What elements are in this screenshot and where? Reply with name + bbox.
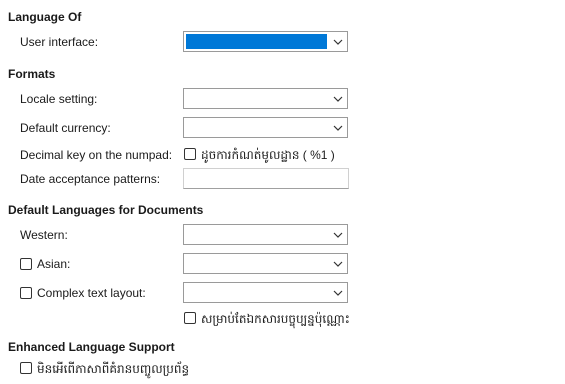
chevron-down-icon[interactable] (329, 254, 347, 273)
current-document-label: សម្រាប់តែឯកសារបច្ចុប្បន្នប៉ុណ្ណោះ (201, 312, 350, 326)
chevron-down-icon[interactable] (329, 89, 347, 108)
section-title-formats: Formats (8, 67, 56, 81)
locale-setting-dropdown[interactable] (183, 88, 348, 109)
default-currency-value (186, 120, 327, 135)
decimal-key-checkbox[interactable] (184, 148, 196, 160)
default-currency-label: Default currency: (20, 121, 111, 135)
chevron-down-icon[interactable] (329, 118, 347, 137)
asian-label: Asian: (37, 257, 71, 271)
decimal-key-label: Decimal key on the numpad: (20, 148, 173, 162)
asian-dropdown[interactable] (183, 253, 348, 274)
section-title-default-languages: Default Languages for Documents (8, 203, 204, 217)
section-title-language-of: Language Of (8, 10, 82, 24)
asian-value (186, 256, 327, 271)
ctl-checkbox[interactable] (20, 287, 32, 299)
chevron-down-icon[interactable] (329, 225, 347, 244)
ctl-label: Complex text layout: (37, 286, 146, 300)
current-document-checkbox[interactable] (184, 312, 196, 324)
date-patterns-input[interactable] (183, 168, 349, 189)
locale-setting-value (186, 91, 327, 106)
western-dropdown[interactable] (183, 224, 348, 245)
locale-setting-label: Locale setting: (20, 92, 98, 106)
ctl-dropdown[interactable] (183, 282, 348, 303)
ignore-system-input-checkbox[interactable] (20, 362, 32, 374)
user-interface-dropdown[interactable] (183, 31, 348, 52)
ignore-system-input-label: មិនអើពើភាសាពីគំរានបញ្ចូលប្រព័ន្ធ (37, 362, 190, 376)
default-currency-dropdown[interactable] (183, 117, 348, 138)
western-label: Western: (20, 228, 68, 242)
section-title-enhanced-support: Enhanced Language Support (8, 340, 175, 354)
user-interface-label: User interface: (20, 35, 99, 49)
user-interface-value (186, 34, 327, 49)
western-value (186, 227, 327, 242)
ctl-value (186, 285, 327, 300)
asian-checkbox[interactable] (20, 258, 32, 270)
chevron-down-icon[interactable] (329, 32, 347, 51)
date-patterns-label: Date acceptance patterns: (20, 172, 161, 186)
decimal-key-checkbox-label: ដូចការកំណត់មូលដ្ឋាន ( %1 ) (201, 148, 335, 162)
chevron-down-icon[interactable] (329, 283, 347, 302)
